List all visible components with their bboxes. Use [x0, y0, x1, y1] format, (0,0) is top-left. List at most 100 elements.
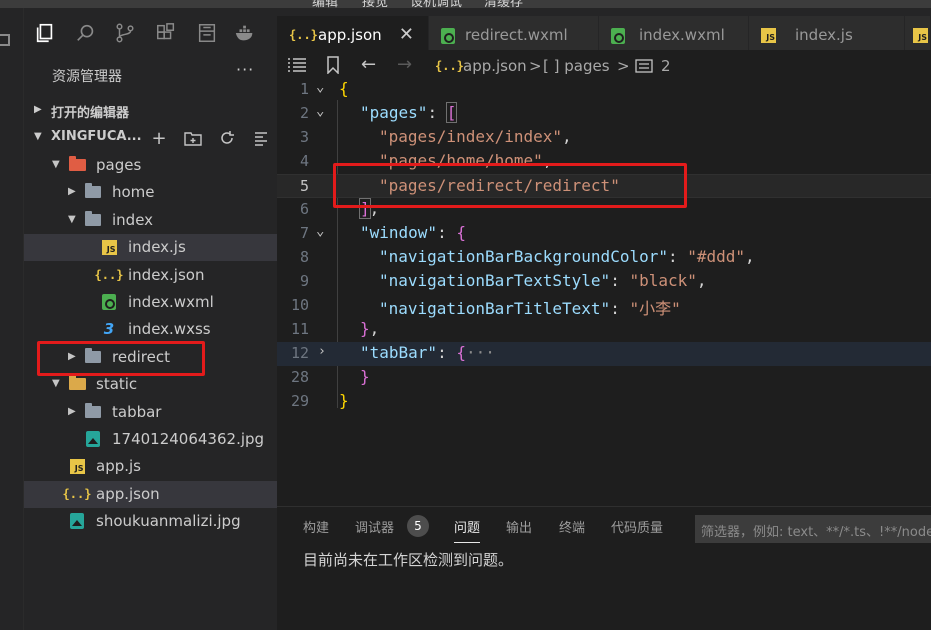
refresh-icon[interactable]: [214, 128, 240, 148]
chevron-right-icon[interactable]: ›: [318, 344, 326, 359]
tree-item-app-json[interactable]: {..} app.json: [24, 480, 277, 508]
close-icon[interactable]: ✕: [399, 24, 414, 45]
left-edge-panel: [0, 8, 24, 630]
code-line[interactable]: 28 }: [277, 366, 931, 390]
json-file-icon: {..}: [62, 486, 92, 501]
tree-item-label: index.json: [128, 265, 205, 284]
search-icon[interactable]: [73, 20, 99, 46]
new-file-icon[interactable]: +: [146, 128, 172, 149]
back-arrow-icon[interactable]: ←: [361, 54, 376, 75]
chevron-down-icon[interactable]: ▼: [68, 214, 76, 225]
activity-bar: [24, 8, 277, 58]
line-number: 12: [290, 344, 309, 362]
code-token: :: [667, 247, 688, 266]
code-token: :: [427, 103, 447, 122]
code-line[interactable]: 10 "navigationBarTitleText": "小李": [277, 294, 931, 318]
project-label: XINGFUCA...: [51, 129, 142, 144]
tree-item-label: home: [112, 183, 155, 202]
tree-item-index-wxss[interactable]: 3 index.wxss: [24, 316, 277, 343]
problems-message: 目前尚未在工作区检测到问题。: [303, 551, 514, 569]
code-token: "pages": [360, 103, 428, 122]
list-icon[interactable]: [287, 58, 307, 76]
tree-item-pages[interactable]: ▼ pages: [24, 152, 277, 179]
tree-item-index-js[interactable]: JS index.js: [24, 234, 277, 262]
project-section[interactable]: ▼ XINGFUCA... +: [24, 125, 277, 151]
code-line[interactable]: 29 }: [277, 390, 931, 414]
more-actions-icon[interactable]: ···: [236, 60, 254, 79]
code-line[interactable]: 11 },: [277, 318, 931, 342]
tree-item-label: static: [96, 375, 138, 394]
collapse-all-icon[interactable]: [248, 128, 274, 148]
code-token: :: [437, 343, 457, 362]
files-icon[interactable]: [32, 20, 58, 46]
code-line[interactable]: 3 "pages/index/index",: [277, 126, 931, 150]
tree-item-shoukuanmalizi-jpg[interactable]: shoukuanmalizi.jpg: [24, 508, 277, 535]
breadcrumb-item[interactable]: 2: [661, 57, 671, 75]
tab-terminal[interactable]: 终端: [559, 517, 585, 536]
extensions-icon[interactable]: [153, 20, 179, 46]
tree-item-index[interactable]: ▼ index: [24, 207, 277, 234]
code-token: ,: [745, 247, 755, 266]
line-number: 29: [290, 392, 309, 410]
folded-ellipsis[interactable]: ···: [466, 343, 495, 362]
open-editors-section[interactable]: ▶ 打开的编辑器: [24, 98, 277, 124]
tab-label: index.js: [795, 26, 853, 44]
menu-item[interactable]: 接觉: [362, 0, 388, 8]
chevron-down-icon: ▼: [34, 131, 42, 142]
tree-item-label: 1740124064362.jpg: [112, 430, 265, 448]
tree-item-index-wxml[interactable]: index.wxml: [24, 289, 277, 316]
menu-item[interactable]: 清缓存: [484, 0, 523, 8]
tab-label: redirect.wxml: [465, 26, 568, 44]
tab-debugger[interactable]: 调试器: [355, 517, 394, 536]
code-token: }: [339, 391, 349, 410]
chevron-down-icon[interactable]: ⌄: [316, 103, 324, 119]
code-token: "tabBar": [360, 343, 438, 362]
bookmark-icon[interactable]: [326, 56, 340, 78]
tab-output[interactable]: 输出: [506, 517, 532, 536]
chevron-down-icon[interactable]: ▼: [52, 378, 60, 389]
menu-item[interactable]: 编辑: [312, 0, 338, 8]
code-token: }: [360, 367, 370, 386]
breadcrumb-array[interactable]: [ ] pages: [543, 57, 610, 75]
json-file-icon: {..}: [289, 28, 318, 42]
tree-item-label: index: [112, 210, 154, 229]
source-control-icon[interactable]: [112, 20, 138, 46]
chevron-right-icon: ▶: [34, 104, 42, 115]
code-editor[interactable]: 1 ⌄ { 2 ⌄ "pages": [ 3 "pages/index/inde…: [277, 78, 931, 506]
tree-item-app-js[interactable]: JS app.js: [24, 453, 277, 480]
chevron-down-icon[interactable]: ▼: [52, 159, 60, 170]
tab-code-quality[interactable]: 代码质量: [611, 517, 663, 536]
chevron-right-icon[interactable]: ▶: [68, 406, 76, 417]
code-token: :: [437, 223, 457, 242]
tree-item-tabbar[interactable]: ▶ tabbar: [24, 399, 277, 426]
tree-item-index-json[interactable]: {..} index.json: [24, 262, 277, 289]
code-line[interactable]: 7 ⌄ "window": {: [277, 222, 931, 246]
line-number: 8: [299, 248, 309, 266]
code-line[interactable]: 1 ⌄ {: [277, 78, 931, 102]
chevron-down-icon[interactable]: ⌄: [316, 223, 324, 239]
forward-arrow-icon[interactable]: →: [397, 54, 412, 75]
code-line[interactable]: 9 "navigationBarTextStyle": "black",: [277, 270, 931, 294]
new-folder-icon[interactable]: [180, 128, 206, 148]
tree-item-1740124064362-jpg[interactable]: 1740124064362.jpg: [24, 426, 277, 453]
wxml-file-icon: [611, 28, 625, 44]
js-file-icon: JS: [100, 239, 118, 255]
folder-icon: [84, 183, 102, 200]
problems-filter-input[interactable]: 筛选器，例如: text、**/*.ts、!**/node_modules/**: [695, 515, 931, 543]
storage-icon[interactable]: [194, 20, 220, 46]
code-token: "navigationBarTextStyle": [379, 271, 611, 290]
tab-problems[interactable]: 问题: [454, 517, 481, 543]
code-line[interactable]: 2 ⌄ "pages": [: [277, 102, 931, 126]
panel-edge-icon[interactable]: [0, 34, 10, 46]
bottom-panel: 构建 调试器 5 问题 输出 终端 代码质量 筛选器，例如: text、**/*…: [277, 506, 931, 630]
tab-build[interactable]: 构建: [303, 517, 329, 536]
code-line[interactable]: 8 "navigationBarBackgroundColor": "#ddd"…: [277, 246, 931, 270]
chevron-down-icon[interactable]: ⌄: [316, 79, 324, 95]
folded-code-line[interactable]: 12 › "tabBar": {···: [277, 342, 931, 366]
tree-item-home[interactable]: ▶ home: [24, 179, 277, 206]
breadcrumb-file[interactable]: app.json: [463, 57, 527, 75]
chevron-right-icon[interactable]: ▶: [68, 186, 76, 197]
docker-icon[interactable]: [232, 20, 258, 46]
breadcrumb-separator: >: [529, 57, 542, 75]
menu-item[interactable]: 设机调试: [410, 0, 462, 8]
